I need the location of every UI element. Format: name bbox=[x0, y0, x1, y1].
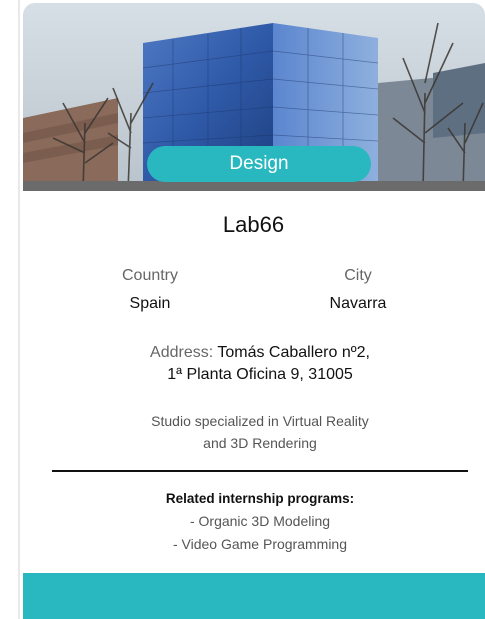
address-line-1: Address: Tomás Caballero nº2, bbox=[60, 342, 460, 364]
company-name: Lab66 bbox=[222, 212, 285, 237]
address-label: Address: bbox=[150, 344, 214, 361]
card-footer bbox=[23, 573, 485, 619]
related-programs: Related internship programs: - Organic 3… bbox=[60, 487, 460, 556]
program-item: - Organic 3D Modeling bbox=[189, 513, 331, 529]
country-section: Country Spain bbox=[50, 266, 250, 314]
description-line-2: and 3D Rendering bbox=[203, 435, 317, 451]
divider bbox=[52, 470, 468, 472]
company-description: Studio specialized in Virtual Reality an… bbox=[80, 410, 440, 454]
address-street: Tomás Caballero nº2, bbox=[217, 344, 370, 361]
country-value: Spain bbox=[129, 295, 171, 312]
city-label: City bbox=[344, 267, 372, 284]
category-badge: Design bbox=[147, 146, 371, 182]
company-card: Design Lab66 Country Spain City Navarra … bbox=[18, 0, 485, 619]
program-item: - Video Game Programming bbox=[172, 536, 348, 552]
description-line-1: Studio specialized in Virtual Reality bbox=[151, 413, 369, 429]
city-section: City Navarra bbox=[258, 266, 458, 314]
address-block: Address: Tomás Caballero nº2, 1ª Planta … bbox=[60, 342, 460, 386]
address-line-2: 1ª Planta Oficina 9, 31005 bbox=[167, 366, 353, 383]
programs-heading: Related internship programs: bbox=[165, 491, 355, 506]
country-label: Country bbox=[121, 267, 179, 284]
city-value: Navarra bbox=[329, 295, 387, 312]
